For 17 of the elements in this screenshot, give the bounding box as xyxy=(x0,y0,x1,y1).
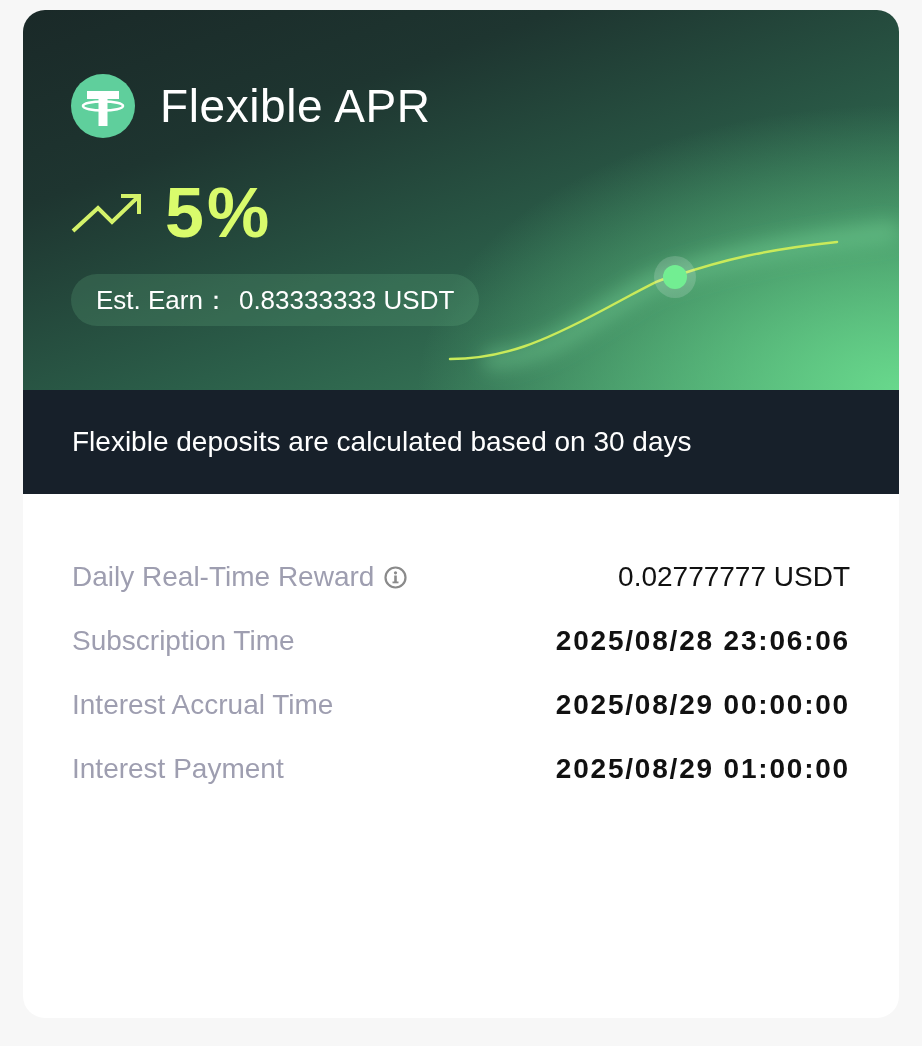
detail-value: 2025/08/29 01:00:00 xyxy=(555,753,850,785)
detail-value: 2025/08/28 23:06:06 xyxy=(555,625,850,657)
detail-value: 2025/08/29 00:00:00 xyxy=(555,689,850,721)
apr-rate: 5% xyxy=(165,178,273,248)
header-title: Flexible APR xyxy=(160,80,431,132)
detail-label: Subscription Time xyxy=(72,625,295,657)
notice-text: Flexible deposits are calculated based on 30 days xyxy=(72,426,692,458)
detail-label: Daily Real-Time Reward xyxy=(72,561,375,593)
info-icon[interactable] xyxy=(384,565,408,589)
detail-label: Interest Payment xyxy=(72,753,284,785)
detail-value: 0.02777777 USDT xyxy=(618,561,850,593)
estimate-value: 0.83333333 USDT xyxy=(238,284,455,316)
estimate-label: Est. Earn： xyxy=(96,283,229,317)
coin-icon xyxy=(71,74,135,138)
detail-label: Interest Accrual Time xyxy=(72,689,334,721)
trend-up-icon xyxy=(71,193,141,233)
curve-point-icon xyxy=(654,256,696,298)
